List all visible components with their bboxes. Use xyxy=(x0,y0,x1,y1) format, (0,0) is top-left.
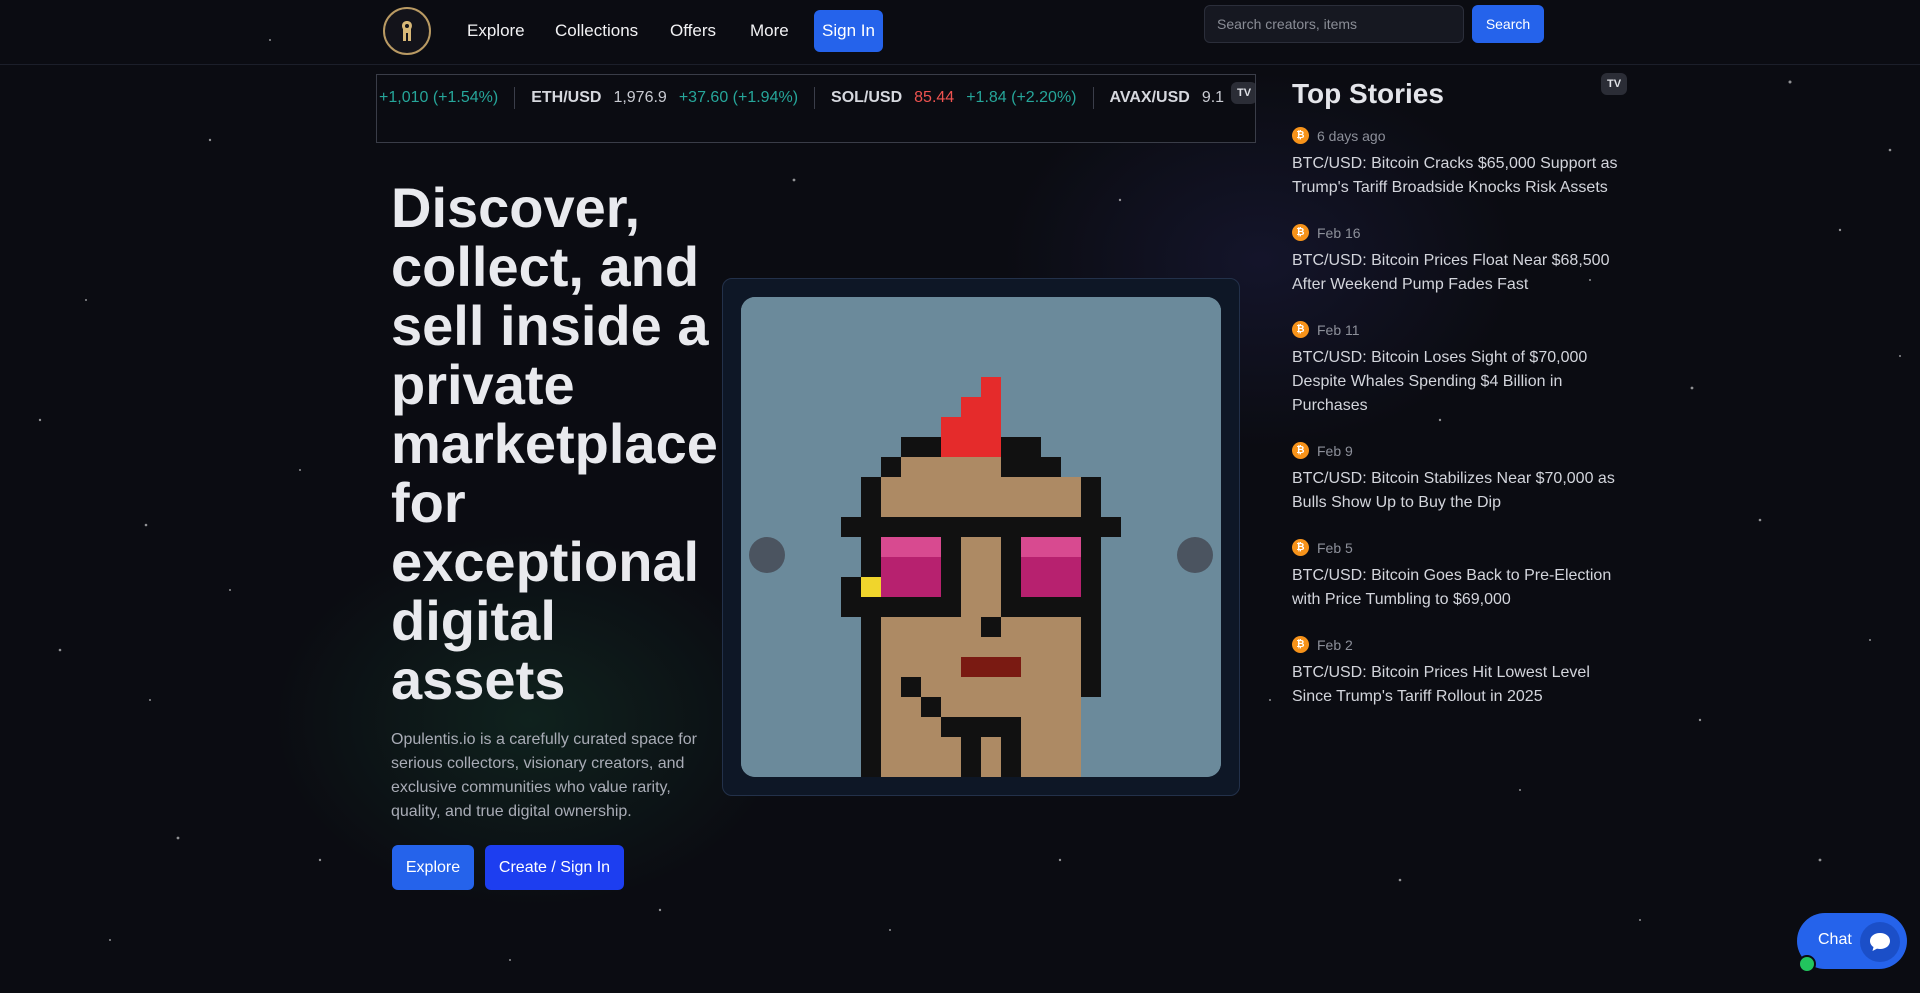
key-logo-icon xyxy=(402,21,412,41)
story-time: Feb 2 xyxy=(1317,636,1353,653)
nav-offers-link[interactable]: Offers xyxy=(670,21,716,41)
bitcoin-icon: ₿ xyxy=(1292,321,1309,338)
nav-more-link[interactable]: More xyxy=(750,21,789,41)
ticker-symbol: ETH/USD xyxy=(531,89,602,106)
search-button[interactable]: Search xyxy=(1472,5,1544,43)
bitcoin-icon: ₿ xyxy=(1292,224,1309,241)
hero-create-sign-in-button[interactable]: Create / Sign In xyxy=(485,845,624,890)
ticker-symbol: SOL/USD xyxy=(831,89,903,106)
tradingview-logo-icon[interactable]: TV xyxy=(1601,73,1627,95)
search-input[interactable] xyxy=(1204,5,1464,43)
bitcoin-icon: ₿ xyxy=(1292,127,1309,144)
carousel-prev-button[interactable] xyxy=(749,537,785,573)
story-headline[interactable]: BTC/USD: Bitcoin Prices Float Near $68,5… xyxy=(1292,249,1632,297)
story-headline[interactable]: BTC/USD: Bitcoin Loses Sight of $70,000 … xyxy=(1292,346,1632,418)
story-headline[interactable]: BTC/USD: Bitcoin Goes Back to Pre-Electi… xyxy=(1292,564,1632,612)
story-item[interactable]: ₿ Feb 16 BTC/USD: Bitcoin Prices Float Ne… xyxy=(1292,224,1632,297)
bitcoin-icon: ₿ xyxy=(1292,539,1309,556)
tradingview-logo-icon[interactable]: TV xyxy=(1231,82,1255,104)
story-item[interactable]: ₿ Feb 11 BTC/USD: Bitcoin Loses Sight of … xyxy=(1292,321,1632,418)
site-logo[interactable] xyxy=(383,7,431,55)
pixel-punk-avatar-image xyxy=(741,297,1221,777)
ticker-divider xyxy=(514,87,516,109)
top-stories-title: Top Stories xyxy=(1292,78,1444,109)
ticker-price: 9.1 xyxy=(1201,89,1225,106)
ticker-item[interactable]: SOL/USD 85.44 +1.84 (+2.20%) xyxy=(831,89,1092,107)
carousel-next-button[interactable] xyxy=(1177,537,1213,573)
story-time: Feb 5 xyxy=(1317,539,1353,556)
nav-collections-link[interactable]: Collections xyxy=(555,21,638,41)
nav-explore-link[interactable]: Explore xyxy=(467,21,525,41)
story-headline[interactable]: BTC/USD: Bitcoin Prices Hit Lowest Level… xyxy=(1292,661,1632,707)
featured-carousel xyxy=(722,278,1240,796)
story-item[interactable]: ₿ Feb 2 BTC/USD: Bitcoin Prices Hit Lowes… xyxy=(1292,636,1632,707)
story-headline[interactable]: BTC/USD: Bitcoin Cracks $65,000 Support … xyxy=(1292,152,1632,200)
hero-description: Opulentis.io is a carefully curated spac… xyxy=(391,731,697,820)
story-time: Feb 16 xyxy=(1317,224,1361,241)
ticker-change: +37.60 (+1.94%) xyxy=(678,89,799,106)
ticker-divider xyxy=(814,87,816,109)
online-status-indicator xyxy=(1798,955,1816,973)
ticker-divider xyxy=(1092,87,1094,109)
story-time: Feb 11 xyxy=(1317,321,1360,338)
price-ticker: +1,010 (+1.54%) ETH/USD 1,976.9 +37.60 (… xyxy=(376,74,1256,143)
top-navigation: Explore Collections Offers More Sign In … xyxy=(0,0,1920,65)
ticker-change: +1,010 (+1.54%) xyxy=(379,89,499,106)
ticker-price: 85.44 xyxy=(914,89,955,106)
top-stories-list: ₿ 6 days ago BTC/USD: Bitcoin Cracks $65,… xyxy=(1292,127,1632,707)
story-headline[interactable]: BTC/USD: Bitcoin Stabilizes Near $70,000… xyxy=(1292,467,1632,515)
story-item[interactable]: ₿ Feb 5 BTC/USD: Bitcoin Goes Back to Pre… xyxy=(1292,539,1632,612)
story-time: 6 days ago xyxy=(1317,127,1386,144)
hero-title: Discover, collect, and sell inside a pri… xyxy=(391,176,718,711)
story-item[interactable]: ₿ Feb 9 BTC/USD: Bitcoin Stabilizes Near … xyxy=(1292,442,1632,515)
ticker-track: +1,010 (+1.54%) ETH/USD 1,976.9 +37.60 (… xyxy=(377,86,1252,110)
hero-explore-button[interactable]: Explore xyxy=(392,845,474,890)
ticker-price: 1,976.9 xyxy=(613,89,667,106)
bitcoin-icon: ₿ xyxy=(1292,442,1309,459)
bitcoin-icon: ₿ xyxy=(1292,636,1309,653)
ticker-item[interactable]: +1,010 (+1.54%) xyxy=(377,89,514,107)
ticker-change: +1.84 (+2.20%) xyxy=(966,89,1077,106)
chat-label: Chat xyxy=(1818,931,1852,948)
story-time: Feb 9 xyxy=(1317,442,1353,459)
carousel-slide-image[interactable] xyxy=(741,297,1221,777)
ticker-item[interactable]: ETH/USD 1,976.9 +37.60 (+1.94%) xyxy=(531,89,814,107)
chat-bubble-icon xyxy=(1860,922,1900,962)
story-item[interactable]: ₿ 6 days ago BTC/USD: Bitcoin Cracks $65,… xyxy=(1292,127,1632,200)
nav-sign-in-button[interactable]: Sign In xyxy=(814,10,883,52)
ticker-symbol: AVAX/USD xyxy=(1109,89,1190,106)
